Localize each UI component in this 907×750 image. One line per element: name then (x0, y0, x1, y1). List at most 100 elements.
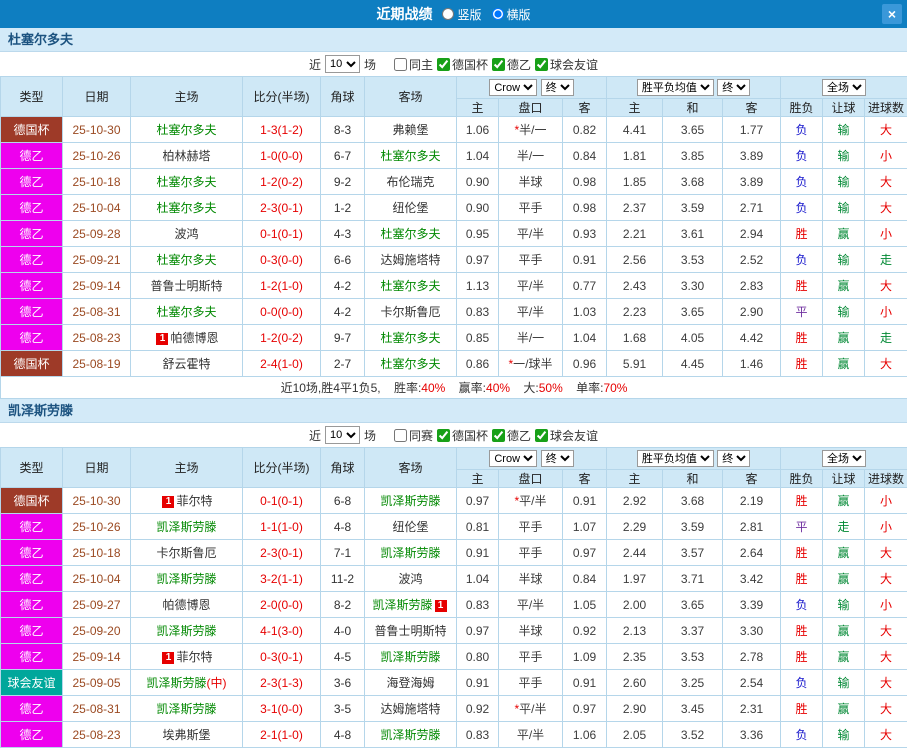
home-team[interactable]: 凯泽斯劳滕(中) (130, 669, 243, 696)
home-team[interactable]: 舒云霍特 (130, 350, 243, 377)
away-team[interactable]: 凯泽斯劳滕 1 (364, 591, 457, 618)
away-team[interactable]: 凯泽斯劳滕 (364, 539, 457, 566)
layout-vertical-input[interactable] (442, 8, 455, 20)
league-friendly-checkbox[interactable]: 球会友谊 (535, 427, 598, 444)
home-team[interactable]: 杜塞尔多夫 (130, 116, 243, 143)
win-rate-label: 胜率: (393, 381, 422, 395)
table-row: 德乙 25-09-28 波鸿 0-1(0-1) 4-3 杜塞尔多夫 0.95 平… (0, 220, 907, 247)
odds-provider-select[interactable]: Crow (489, 79, 538, 96)
result-handicap: 赢 (822, 220, 866, 247)
red-card-badge: 1 (434, 600, 447, 612)
away-team[interactable]: 凯泽斯劳滕 (364, 643, 457, 670)
odds-handicap: 平/半 (498, 220, 563, 247)
result-wdl: 负 (780, 116, 824, 143)
avg-away: 1.46 (722, 350, 782, 377)
odds-final-select[interactable]: 终 (540, 450, 574, 467)
league-de2-input[interactable] (492, 57, 506, 71)
away-team[interactable]: 普鲁士明斯特 (364, 617, 457, 644)
avg-select[interactable]: 胜平负均值 (636, 450, 714, 467)
away-team[interactable]: 杜塞尔多夫 (364, 350, 457, 377)
col-score: 比分(半场) (242, 447, 321, 488)
odds-provider-select[interactable]: Crow (489, 450, 538, 467)
league-de2-checkbox[interactable]: 德乙 (492, 56, 531, 73)
games-label: 场 (363, 57, 376, 72)
big-rate-label: 大: (523, 381, 539, 395)
result-group-header: 全场 (780, 447, 907, 470)
match-count-select[interactable]: 10 (324, 426, 360, 444)
layout-vertical-radio[interactable]: 竖版 (442, 6, 482, 23)
home-team[interactable]: 1 帕德博恩 (130, 324, 243, 351)
league-cup-checkbox[interactable]: 德国杯 (437, 427, 488, 444)
home-team[interactable]: 杜塞尔多夫 (130, 168, 243, 195)
away-team[interactable]: 杜塞尔多夫 (364, 142, 457, 169)
home-team[interactable]: 波鸿 (130, 220, 243, 247)
league-de2-checkbox[interactable]: 德乙 (492, 427, 531, 444)
league-cup-checkbox[interactable]: 德国杯 (437, 56, 488, 73)
avg-home: 2.44 (606, 539, 664, 566)
home-team[interactable]: 卡尔斯鲁厄 (130, 539, 243, 566)
away-team[interactable]: 纽伦堡 (364, 194, 457, 221)
league-cup-input[interactable] (437, 428, 450, 442)
col-odds-handicap: 盘口 (498, 469, 563, 488)
home-team[interactable]: 凯泽斯劳滕 (130, 617, 243, 644)
section-title: 凯泽斯劳滕 (0, 399, 907, 423)
away-team[interactable]: 卡尔斯鲁厄 (364, 298, 457, 325)
close-button[interactable]: × (882, 4, 902, 24)
avg-final-select[interactable]: 终 (717, 450, 751, 467)
league-badge: 德乙 (0, 246, 63, 273)
away-team[interactable]: 杜塞尔多夫 (364, 324, 457, 351)
col-odds-away: 客 (561, 98, 608, 117)
same-league-checkbox[interactable]: 同赛 (393, 427, 433, 444)
match-score: 1-2(0-2) (242, 168, 321, 195)
home-team[interactable]: 1 菲尔特 (130, 487, 243, 514)
away-team[interactable]: 杜塞尔多夫 (364, 272, 457, 299)
home-team[interactable]: 柏林赫塔 (130, 142, 243, 169)
home-team[interactable]: 凯泽斯劳滕 (130, 513, 243, 540)
away-team[interactable]: 纽伦堡 (364, 513, 457, 540)
away-team[interactable]: 达姆施塔特 (364, 246, 457, 273)
layout-horizontal-radio[interactable]: 横版 (491, 6, 531, 23)
home-team[interactable]: 杜塞尔多夫 (130, 194, 243, 221)
full-match-select[interactable]: 全场 (822, 450, 867, 467)
avg-final-select[interactable]: 终 (717, 79, 751, 96)
league-friendly-input[interactable] (535, 57, 549, 71)
league-cup-input[interactable] (437, 57, 450, 71)
handicap-rate-value: 40% (486, 381, 511, 395)
odds-final-select[interactable]: 终 (540, 79, 574, 96)
handicap-rate-label: 赢率: (458, 381, 487, 395)
league-friendly-checkbox[interactable]: 球会友谊 (535, 56, 598, 73)
away-team[interactable]: 凯泽斯劳滕 (364, 721, 457, 748)
home-team[interactable]: 1 菲尔特 (130, 643, 243, 670)
win-rate-value: 40% (421, 381, 446, 395)
league-de2-input[interactable] (492, 428, 506, 442)
home-team[interactable]: 杜塞尔多夫 (130, 298, 243, 325)
home-team[interactable]: 埃弗斯堡 (130, 721, 243, 748)
home-team[interactable]: 凯泽斯劳滕 (130, 695, 243, 722)
layout-horizontal-input[interactable] (491, 8, 504, 20)
away-team[interactable]: 达姆施塔特 (364, 695, 457, 722)
away-team[interactable]: 波鸿 (364, 565, 457, 592)
same-league-input[interactable] (393, 428, 407, 442)
away-team[interactable]: 弗赖堡 (364, 116, 457, 143)
league-badge: 德国杯 (0, 116, 63, 143)
match-count-select[interactable]: 10 (324, 55, 360, 73)
home-team[interactable]: 凯泽斯劳滕 (130, 565, 243, 592)
away-team[interactable]: 杜塞尔多夫 (364, 220, 457, 247)
same-home-checkbox[interactable]: 同主 (393, 56, 433, 73)
full-match-select[interactable]: 全场 (822, 79, 867, 96)
col-odds-away: 客 (561, 469, 608, 488)
away-team[interactable]: 布伦瑞克 (364, 168, 457, 195)
league-badge: 德乙 (0, 513, 63, 540)
away-team[interactable]: 凯泽斯劳滕 (364, 487, 457, 514)
result-wdl: 胜 (780, 272, 824, 299)
odds-away: 0.84 (561, 142, 608, 169)
home-team[interactable]: 普鲁士明斯特 (130, 272, 243, 299)
odds-handicap: 半/一 (498, 324, 563, 351)
league-friendly-input[interactable] (535, 428, 549, 442)
avg-group-header: 胜平负均值 终 (606, 76, 782, 99)
avg-select[interactable]: 胜平负均值 (636, 79, 714, 96)
same-home-input[interactable] (393, 57, 407, 71)
away-team[interactable]: 海登海姆 (364, 669, 457, 696)
home-team[interactable]: 杜塞尔多夫 (130, 246, 243, 273)
home-team[interactable]: 帕德博恩 (130, 591, 243, 618)
